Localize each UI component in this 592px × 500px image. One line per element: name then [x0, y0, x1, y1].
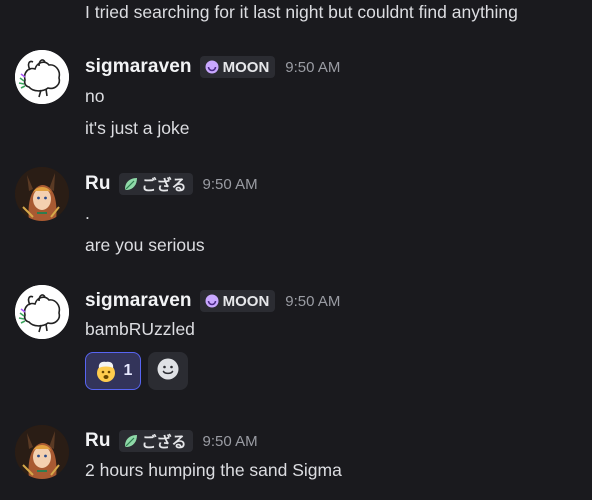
timestamp[interactable]: 9:50 AM: [203, 176, 258, 193]
timestamp[interactable]: 9:50 AM: [285, 293, 340, 310]
server-tag[interactable]: MOON: [199, 290, 276, 312]
username[interactable]: sigmaraven: [85, 290, 192, 312]
username[interactable]: Ru: [85, 173, 111, 195]
message-header: sigmaraven MOON 9:50 AM: [85, 54, 340, 80]
add-reaction-icon: [156, 357, 180, 386]
message-header: Ru ござる 9:50 AM: [85, 428, 258, 454]
timestamp[interactable]: 9:50 AM: [285, 59, 340, 76]
message-text: no: [85, 86, 105, 106]
exploding-head-icon: [94, 359, 118, 383]
server-tag-label: MOON: [222, 58, 270, 76]
server-tag[interactable]: ござる: [118, 430, 193, 452]
message-text: bambRUzzled: [85, 319, 195, 339]
message-text: .: [85, 203, 90, 223]
avatar[interactable]: [15, 285, 69, 339]
leaf-icon: [123, 176, 139, 192]
message-text: 2 hours humping the sand Sigma: [85, 460, 342, 480]
message-header: sigmaraven MOON 9:50 AM: [85, 288, 340, 314]
reaction-count: 1: [123, 362, 133, 379]
avatar[interactable]: [15, 167, 69, 221]
add-reaction-button[interactable]: [148, 352, 188, 390]
leaf-icon: [123, 433, 139, 449]
username[interactable]: Ru: [85, 430, 111, 452]
timestamp[interactable]: 9:50 AM: [203, 433, 258, 450]
server-tag-label: ござる: [141, 433, 187, 451]
server-tag-label: ござる: [141, 176, 187, 194]
username[interactable]: sigmaraven: [85, 56, 192, 78]
message-text: I tried searching for it last night but …: [85, 2, 518, 22]
server-tag[interactable]: MOON: [199, 56, 276, 78]
message-header: Ru ござる 9:50 AM: [85, 171, 258, 197]
moon-icon: [204, 59, 220, 75]
avatar[interactable]: [15, 425, 69, 479]
moon-icon: [204, 293, 220, 309]
reaction-button[interactable]: 1: [85, 352, 141, 390]
avatar[interactable]: [15, 50, 69, 104]
server-tag[interactable]: ござる: [118, 173, 193, 195]
server-tag-label: MOON: [222, 292, 270, 310]
message-text: are you serious: [85, 235, 205, 255]
message-text: it's just a joke: [85, 118, 190, 138]
